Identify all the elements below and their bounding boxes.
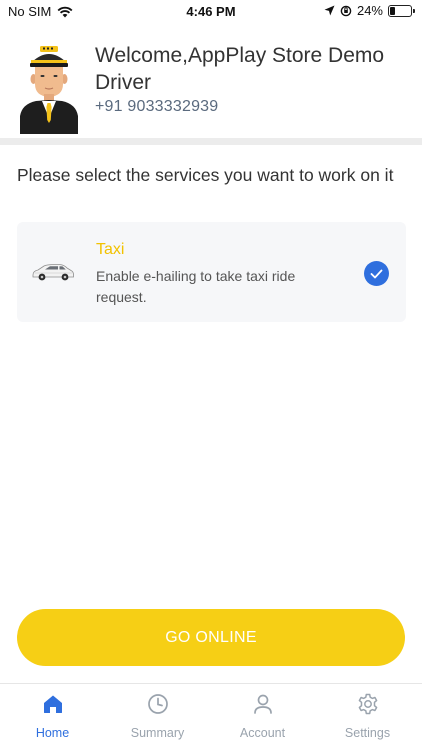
selected-check-icon[interactable] bbox=[364, 261, 389, 286]
carrier-label: No SIM bbox=[8, 4, 52, 19]
driver-avatar bbox=[20, 46, 78, 134]
nav-item-settings[interactable]: Settings bbox=[315, 684, 420, 750]
user-icon bbox=[253, 694, 272, 714]
service-card-taxi[interactable]: Taxi Enable e-hailing to take taxi ride … bbox=[17, 222, 406, 322]
clock-icon bbox=[147, 694, 168, 714]
nav-item-summary[interactable]: Summary bbox=[105, 684, 210, 750]
home-icon bbox=[43, 695, 62, 713]
battery-icon bbox=[388, 4, 415, 17]
battery-percent: 24% bbox=[356, 3, 383, 18]
driver-header: Welcome,AppPlay Store Demo Driver +91 90… bbox=[0, 24, 422, 138]
welcome-text: Welcome,AppPlay Store Demo Driver bbox=[95, 44, 385, 94]
nav-label-home: Home bbox=[35, 726, 70, 740]
orientation-lock-icon bbox=[340, 5, 352, 16]
taxi-car-icon bbox=[32, 264, 74, 281]
nav-label-summary: Summary bbox=[130, 726, 185, 740]
nav-label-settings: Settings bbox=[344, 726, 391, 740]
service-title: Taxi bbox=[96, 241, 125, 258]
driver-phone: +91 9033332939 bbox=[95, 98, 219, 115]
location-arrow-icon bbox=[324, 5, 335, 16]
status-right: 24% bbox=[324, 3, 415, 18]
go-online-button[interactable]: GO ONLINE bbox=[17, 609, 405, 666]
service-description: Enable e-hailing to take taxi ride reque… bbox=[96, 268, 296, 305]
gear-icon bbox=[358, 693, 377, 715]
services-prompt: Please select the services you want to w… bbox=[17, 165, 394, 185]
status-left: No SIM bbox=[8, 4, 73, 19]
nav-label-account: Account bbox=[239, 726, 286, 740]
nav-item-home[interactable]: Home bbox=[0, 684, 105, 750]
wifi-icon bbox=[57, 6, 73, 17]
bottom-nav: Home Summary Account Settings bbox=[0, 683, 422, 750]
nav-item-account[interactable]: Account bbox=[210, 684, 315, 750]
section-divider bbox=[0, 138, 422, 145]
status-bar: No SIM 4:46 PM 24% bbox=[0, 0, 422, 24]
